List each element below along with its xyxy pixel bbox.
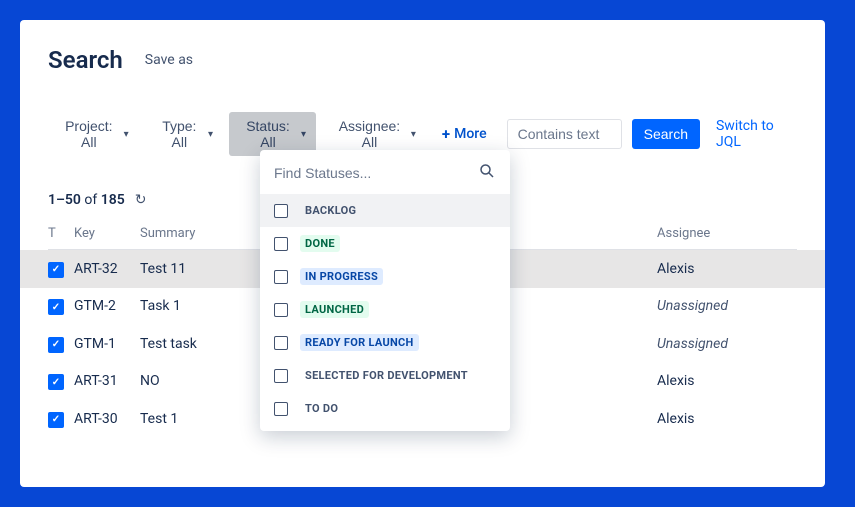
issue-key[interactable]: GTM-2 [74, 298, 140, 314]
status-option[interactable]: DONE [260, 227, 510, 260]
count-range: 1–50 [48, 192, 81, 208]
status-lozenge: TO DO [300, 400, 343, 417]
issue-type-icon [48, 412, 64, 428]
switch-to-jql-link[interactable]: Switch to JQL [716, 118, 797, 150]
refresh-icon[interactable]: ↻ [135, 192, 147, 208]
issue-type-icon [48, 262, 64, 278]
status-lozenge: SELECTED FOR DEVELOPMENT [300, 367, 473, 384]
plus-icon: + [442, 125, 450, 143]
status-search-row [260, 156, 510, 194]
col-type[interactable]: T [48, 226, 74, 241]
count-of: of [84, 192, 97, 208]
filter-type[interactable]: Type: All ▾ [145, 112, 223, 156]
status-lozenge: DONE [300, 235, 340, 252]
issue-type-icon [48, 299, 64, 315]
checkbox-icon[interactable] [274, 303, 288, 317]
more-filters-link[interactable]: + More [432, 119, 497, 149]
search-icon[interactable] [478, 162, 496, 184]
issue-key[interactable]: GTM-1 [74, 336, 140, 352]
status-find-input[interactable] [274, 165, 478, 181]
filter-assignee-label: Assignee: All [332, 118, 407, 150]
status-option[interactable]: IN PROGRESS [260, 260, 510, 293]
issue-assignee: Unassigned [657, 298, 797, 314]
status-option[interactable]: LAUNCHED [260, 293, 510, 326]
status-lozenge: READY FOR LAUNCH [300, 334, 419, 351]
count-text: 1–50 of 185 [48, 192, 125, 208]
header: Search Save as [48, 46, 797, 74]
issue-assignee: Alexis [657, 411, 797, 427]
issue-assignee: Alexis [657, 261, 797, 277]
filter-status-label: Status: All [239, 118, 297, 150]
chevron-down-icon: ▾ [301, 129, 306, 140]
save-as-link[interactable]: Save as [145, 52, 193, 68]
status-lozenge: LAUNCHED [300, 301, 369, 318]
checkbox-icon[interactable] [274, 402, 288, 416]
chevron-down-icon: ▾ [208, 129, 213, 140]
filter-project[interactable]: Project: All ▾ [48, 112, 139, 156]
checkbox-icon[interactable] [274, 270, 288, 284]
chevron-down-icon: ▾ [124, 129, 129, 140]
issue-assignee: Unassigned [657, 336, 797, 352]
checkbox-icon[interactable] [274, 204, 288, 218]
checkbox-icon[interactable] [274, 237, 288, 251]
contains-text-input[interactable] [507, 119, 622, 149]
filter-type-label: Type: All [155, 118, 204, 150]
status-option[interactable]: SELECTED FOR DEVELOPMENT [260, 359, 510, 392]
status-option[interactable]: TO DO [260, 392, 510, 425]
checkbox-icon[interactable] [274, 336, 288, 350]
search-button[interactable]: Search [632, 119, 700, 149]
status-lozenge: BACKLOG [300, 202, 361, 219]
checkbox-icon[interactable] [274, 369, 288, 383]
col-assignee[interactable]: Assignee [657, 226, 797, 241]
status-option[interactable]: READY FOR LAUNCH [260, 326, 510, 359]
issue-type-icon [48, 374, 64, 390]
status-dropdown: BACKLOG DONE IN PROGRESS LAUNCHED READY FOR … [260, 150, 510, 431]
issue-type-icon [48, 337, 64, 353]
issue-key[interactable]: ART-32 [74, 261, 140, 277]
page-title: Search [48, 46, 123, 74]
issue-key[interactable]: ART-30 [74, 411, 140, 427]
chevron-down-icon: ▾ [411, 129, 416, 140]
col-key[interactable]: Key [74, 226, 140, 241]
filter-project-label: Project: All [58, 118, 120, 150]
more-label: More [454, 126, 487, 142]
issue-assignee: Alexis [657, 373, 797, 389]
status-lozenge: IN PROGRESS [300, 268, 383, 285]
filter-bar: Project: All ▾ Type: All ▾ Status: All ▾… [48, 112, 797, 156]
status-option[interactable]: BACKLOG [260, 194, 510, 227]
issue-key[interactable]: ART-31 [74, 373, 140, 389]
count-total: 185 [101, 192, 125, 208]
search-panel: Search Save as Project: All ▾ Type: All … [20, 20, 825, 487]
